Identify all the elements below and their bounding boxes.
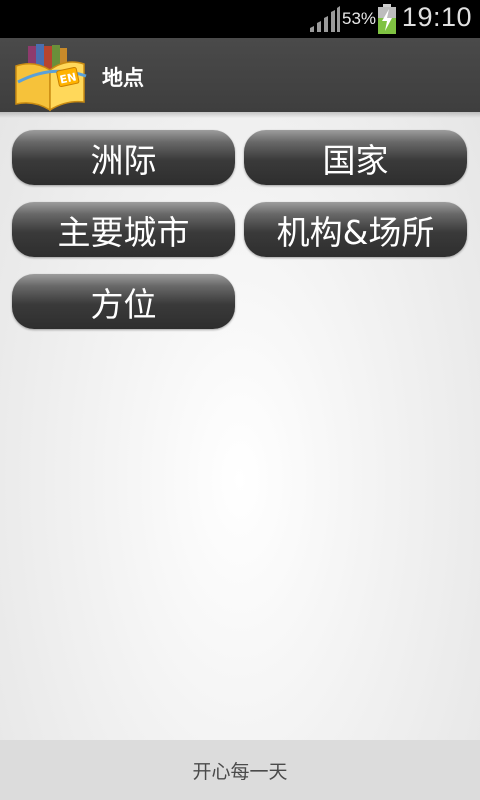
action-bar: EN 地点 (0, 38, 480, 112)
footer-banner: 开心每一天 (0, 740, 480, 800)
page-title: 地点 (102, 66, 144, 90)
dictionary-book-icon[interactable]: EN (12, 42, 90, 112)
category-button-major-cities[interactable]: 主要城市 (12, 202, 235, 257)
status-bar: 53% 19:10 (0, 0, 480, 38)
category-button-institutions-places[interactable]: 机构&场所 (244, 202, 467, 257)
footer-text: 开心每一天 (192, 760, 288, 783)
signal-strength-icon (310, 6, 340, 32)
battery-charging-icon (378, 4, 396, 34)
clock: 19:10 (401, 2, 472, 32)
category-button-continents[interactable]: 洲际 (12, 130, 235, 185)
battery-percentage: 53% (342, 9, 377, 28)
category-button-countries[interactable]: 国家 (244, 130, 467, 185)
category-button-directions[interactable]: 方位 (12, 274, 235, 329)
action-bar-shadow (0, 112, 480, 118)
